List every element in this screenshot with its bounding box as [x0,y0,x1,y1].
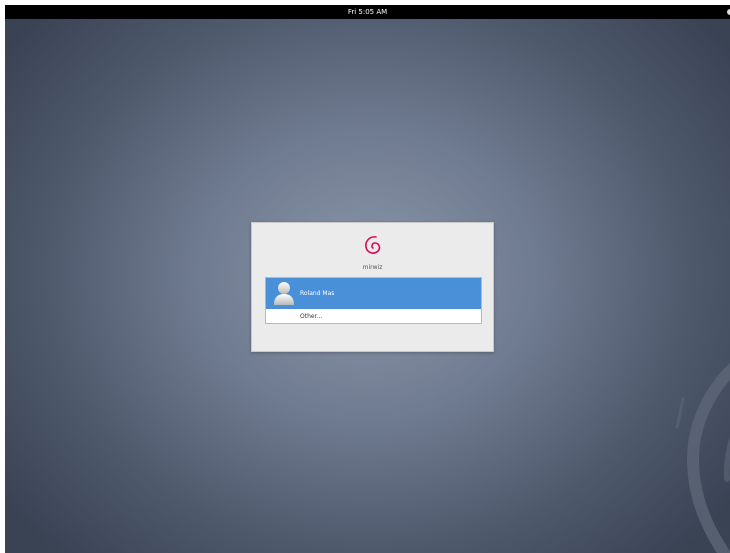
top-bar: Fri 5:05 AM [5,5,730,19]
default-user-avatar-icon [274,282,294,305]
user-name-label: Roland Mas [300,290,335,297]
other-user-label: Other... [300,313,323,320]
user-list: Roland Mas Other... [265,277,482,324]
user-row-roland-mas[interactable]: Roland Mas [266,278,481,309]
debian-swirl-wallpaper-icon [675,363,730,553]
desktop-background: mirwiz Roland Mas Other... [5,19,730,553]
user-row-other[interactable]: Other... [266,310,481,323]
login-dialog: mirwiz Roland Mas Other... [251,222,494,352]
clock[interactable]: Fri 5:05 AM [5,5,730,19]
debian-swirl-icon [365,236,381,254]
hostname-label: mirwiz [362,264,383,271]
login-screen: Fri 5:05 AM mirwiz Roland Mas Other... [0,0,730,553]
